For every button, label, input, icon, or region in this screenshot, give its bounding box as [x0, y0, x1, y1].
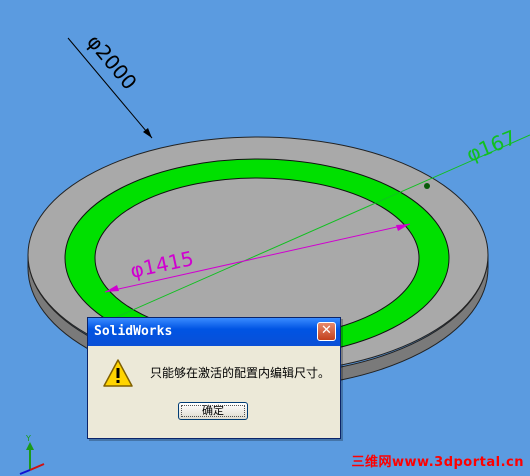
dialog-title: SolidWorks: [94, 324, 173, 339]
close-icon[interactable]: ✕: [317, 322, 336, 341]
dimension-point-167: [424, 183, 430, 189]
axis-y-label: Y: [25, 434, 31, 443]
warning-icon: [103, 359, 133, 387]
solidworks-dialog: SolidWorks ✕ 只能够在激活的配置内编辑尺寸。 确定: [87, 317, 341, 439]
ok-button[interactable]: 确定: [178, 402, 248, 420]
dialog-titlebar[interactable]: SolidWorks ✕: [88, 318, 340, 346]
dialog-message: 只能够在激活的配置内编辑尺寸。: [150, 366, 331, 380]
watermark: 三维网www.3dportal.cn: [351, 455, 524, 470]
